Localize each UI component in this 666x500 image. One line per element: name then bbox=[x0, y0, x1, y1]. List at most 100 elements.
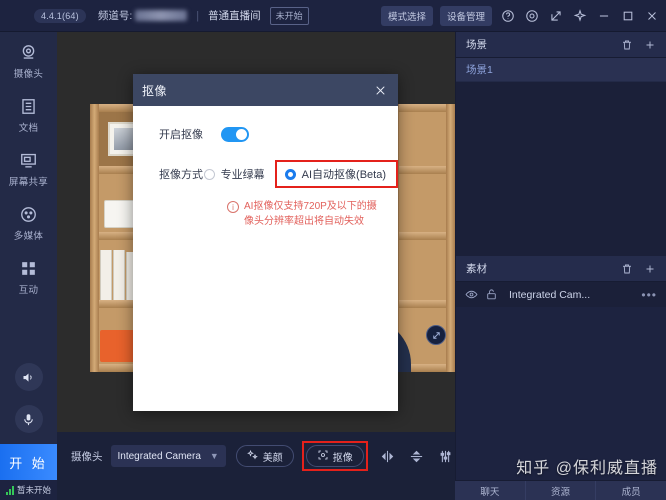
keying-mode-radio-group: 专业绿幕 AI自动抠像(Beta) bbox=[203, 160, 398, 188]
sidebar-item-interaction-label: 互动 bbox=[18, 285, 39, 296]
dialog-header: 抠像 bbox=[133, 74, 398, 106]
ai-keying-highlight-box: AI自动抠像(Beta) bbox=[274, 160, 398, 188]
unlock-icon[interactable] bbox=[485, 288, 498, 301]
screen-share-icon bbox=[0, 149, 57, 171]
mode-select-button[interactable]: 模式选择 bbox=[380, 5, 433, 26]
sidebar-item-screen-share[interactable]: 屏幕共享 bbox=[0, 140, 57, 194]
right-bottom-tabs: 聊天 资源 成员 bbox=[455, 480, 666, 500]
camera-toolbar-label: 摄像头 bbox=[71, 450, 103, 463]
camera-select-value: Integrated Camera bbox=[117, 450, 201, 462]
preview-resize-handle-icon[interactable] bbox=[426, 325, 446, 345]
left-sidebar: 摄像头 文档 屏幕共享 多媒体 互动 开 始 暂未开始 bbox=[0, 32, 57, 500]
flip-horizontal-icon[interactable] bbox=[379, 446, 397, 466]
sidebar-item-screen-share-label: 屏幕共享 bbox=[8, 177, 49, 188]
radio-green-screen-label: 专业绿幕 bbox=[220, 169, 265, 181]
close-icon[interactable] bbox=[643, 7, 660, 24]
keying-button-label: 抠像 bbox=[332, 452, 353, 464]
material-item-menu-icon[interactable]: ••• bbox=[641, 288, 657, 302]
broadcast-status-badge: 未开始 bbox=[269, 6, 309, 25]
sidebar-item-multimedia-label: 多媒体 bbox=[13, 231, 44, 242]
tab-members[interactable]: 成员 bbox=[596, 481, 666, 500]
adjust-sliders-icon[interactable] bbox=[437, 446, 455, 466]
radio-dot-selected-icon bbox=[284, 168, 296, 180]
title-divider: | bbox=[196, 9, 200, 22]
keying-button[interactable]: 抠像 bbox=[305, 445, 364, 467]
sidebar-item-document-label: 文档 bbox=[18, 123, 39, 134]
enable-keying-row: 开启抠像 bbox=[159, 126, 398, 142]
beauty-button[interactable]: 美颜 bbox=[235, 445, 294, 467]
microphone-icon[interactable] bbox=[14, 405, 43, 433]
sidebar-item-camera[interactable]: 摄像头 bbox=[0, 32, 57, 86]
document-icon bbox=[0, 95, 57, 117]
pin-icon[interactable] bbox=[571, 7, 588, 24]
camera-select-dropdown[interactable]: Integrated Camera ▼ bbox=[110, 445, 226, 467]
keying-warning: i AI抠像仅支持720P及以下的摄像头分辨率超出将自动失效 bbox=[159, 200, 398, 229]
scene-list: 场景1 bbox=[456, 58, 666, 256]
tab-chat[interactable]: 聊天 bbox=[455, 481, 526, 500]
help-icon[interactable] bbox=[499, 7, 516, 24]
signal-bars-icon bbox=[5, 485, 14, 495]
trash-icon[interactable] bbox=[621, 39, 633, 51]
keying-dialog: 抠像 开启抠像 抠像方式 专业绿幕 AI自动抠像(Beta) i AI抠像仅支持… bbox=[133, 74, 398, 411]
start-broadcast-button[interactable]: 开 始 bbox=[0, 444, 57, 480]
keying-mode-row: 抠像方式 专业绿幕 AI自动抠像(Beta) bbox=[159, 160, 398, 188]
scene-list-item[interactable]: 场景1 bbox=[456, 58, 666, 82]
material-panel-title: 素材 bbox=[466, 263, 487, 275]
scene-panel-header: 场景 bbox=[456, 32, 666, 58]
title-bar-actions: 模式选择 设备管理 bbox=[380, 5, 660, 26]
plus-icon[interactable] bbox=[644, 263, 656, 275]
connection-status-label: 暂未开始 bbox=[16, 485, 51, 495]
keying-button-highlight-box: 抠像 bbox=[301, 441, 368, 471]
interaction-icon bbox=[0, 257, 57, 279]
channel-label: 频道号: bbox=[98, 8, 188, 23]
share-icon[interactable] bbox=[547, 7, 564, 24]
plus-icon[interactable] bbox=[644, 39, 656, 51]
speaker-icon[interactable] bbox=[14, 363, 43, 391]
minimize-icon[interactable] bbox=[595, 7, 612, 24]
sidebar-item-interaction[interactable]: 互动 bbox=[0, 248, 57, 302]
flip-vertical-icon[interactable] bbox=[408, 446, 426, 466]
stage-bottom-strip bbox=[57, 412, 455, 432]
camera-icon bbox=[0, 41, 57, 63]
multimedia-icon bbox=[0, 203, 57, 225]
sparkle-icon bbox=[246, 449, 259, 464]
radio-ai-keying-label: AI自动抠像(Beta) bbox=[301, 169, 386, 181]
eye-icon[interactable] bbox=[465, 288, 478, 301]
tab-resources[interactable]: 资源 bbox=[526, 481, 597, 500]
info-icon: i bbox=[227, 201, 239, 213]
application-window: 4.4.1(64) 频道号: | 普通直播间 未开始 模式选择 设备管理 摄像头… bbox=[0, 0, 666, 500]
material-panel-actions bbox=[621, 263, 656, 275]
camera-toolbar: 摄像头 Integrated Camera ▼ 美颜 抠像 bbox=[57, 432, 455, 480]
close-icon[interactable] bbox=[371, 81, 389, 99]
radio-dot-icon bbox=[203, 168, 215, 180]
sidebar-item-camera-label: 摄像头 bbox=[13, 69, 44, 80]
device-manage-button[interactable]: 设备管理 bbox=[439, 5, 492, 26]
material-list-item[interactable]: Integrated Cam... ••• bbox=[456, 282, 666, 307]
scene-panel-actions bbox=[621, 39, 656, 51]
enable-keying-label: 开启抠像 bbox=[159, 129, 203, 141]
keying-icon bbox=[317, 449, 329, 464]
material-item-name: Integrated Cam... bbox=[509, 288, 591, 301]
maximize-icon[interactable] bbox=[619, 7, 636, 24]
sidebar-item-multimedia[interactable]: 多媒体 bbox=[0, 194, 57, 248]
scene-item-label: 场景1 bbox=[466, 64, 493, 76]
sidebar-item-document[interactable]: 文档 bbox=[0, 86, 57, 140]
dialog-body: 开启抠像 抠像方式 专业绿幕 AI自动抠像(Beta) i AI抠像仅支持720… bbox=[133, 106, 398, 411]
material-list: Integrated Cam... ••• bbox=[456, 282, 666, 307]
keying-mode-label: 抠像方式 bbox=[159, 169, 203, 181]
keying-warning-text: AI抠像仅支持720P及以下的摄像头分辨率超出将自动失效 bbox=[244, 201, 377, 227]
room-type-label: 普通直播间 bbox=[208, 10, 261, 22]
material-panel-header: 素材 bbox=[456, 256, 666, 282]
chevron-down-icon: ▼ bbox=[209, 451, 219, 461]
connection-status: 暂未开始 bbox=[0, 480, 57, 500]
dialog-title: 抠像 bbox=[142, 83, 168, 98]
right-panel: 场景 场景1 素材 Integrated Cam... ••• bbox=[455, 32, 666, 500]
channel-value-blurred bbox=[135, 10, 188, 21]
settings-icon[interactable] bbox=[523, 7, 540, 24]
radio-green-screen[interactable]: 专业绿幕 bbox=[203, 166, 265, 182]
radio-ai-keying[interactable]: AI自动抠像(Beta) bbox=[284, 166, 386, 182]
trash-icon[interactable] bbox=[621, 263, 633, 275]
enable-keying-toggle[interactable] bbox=[221, 126, 249, 142]
version-badge: 4.4.1(64) bbox=[34, 8, 86, 23]
beauty-button-label: 美颜 bbox=[262, 452, 283, 464]
